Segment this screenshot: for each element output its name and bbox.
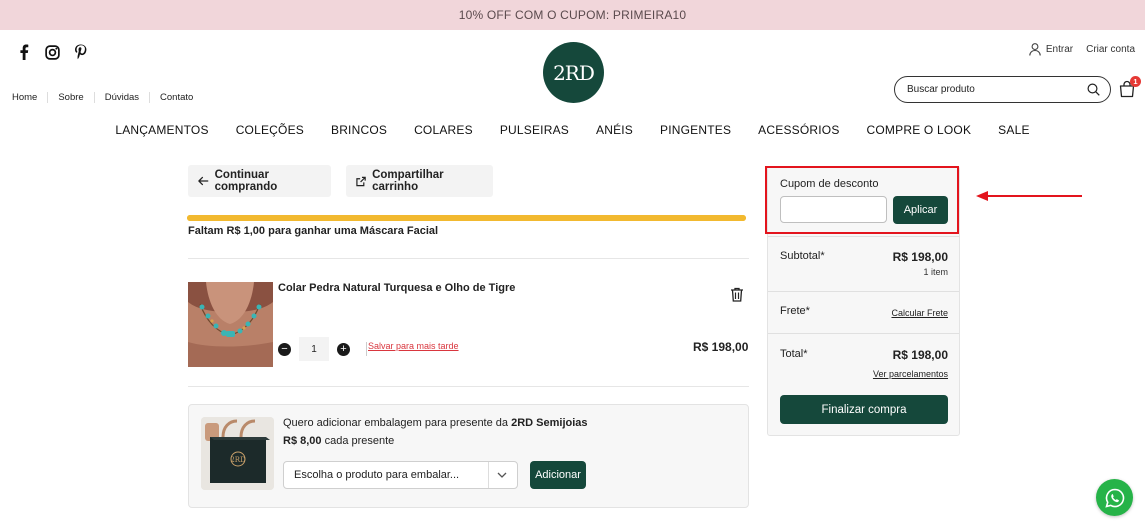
topnav-sobre[interactable]: Sobre [47,92,93,103]
nav-acessorios[interactable]: ACESSÓRIOS [758,123,839,137]
promo-bar: 10% OFF COM O CUPOM: PRIMEIRA10 [0,0,1145,30]
user-icon [1029,43,1041,56]
promo-text: 10% OFF COM O CUPOM: PRIMEIRA10 [458,8,687,22]
divider [188,258,749,259]
top-nav: Home Sobre Dúvidas Contato [12,92,203,103]
apply-coupon-button[interactable]: Aplicar [893,196,948,224]
save-for-later-link[interactable]: Salvar para mais tarde [368,341,459,351]
gift-wrap-brand: 2RD Semijoias [511,417,588,429]
brand-logo[interactable]: 2RD [543,42,604,103]
progress-fill [187,215,746,221]
continue-shopping-label: Continuar comprando [214,169,278,193]
chevron-down-icon [488,462,507,488]
account-links: Entrar Criar conta [1029,43,1135,56]
increase-quantity-button[interactable]: + [337,342,350,356]
nav-aneis[interactable]: ANÉIS [596,123,633,137]
external-link-icon [356,176,366,186]
divider [768,236,959,237]
gift-wrap-box: 2RD Quero adicionar embalagem para prese… [188,404,749,508]
gift-wrap-price-suffix: cada presente [321,435,395,447]
nav-pingentes[interactable]: PINGENTES [660,123,731,137]
decrease-quantity-button[interactable]: − [278,342,291,356]
gift-wrap-text-prefix: Quero adicionar embalagem para presente … [283,417,512,429]
topnav-duvidas[interactable]: Dúvidas [93,92,149,103]
divider [768,291,959,292]
total-value: R$ 198,00 [892,348,948,362]
shipping-progress-bar [187,215,746,221]
gift-wrap-price-value: R$ 8,00 [283,435,322,447]
share-cart-button[interactable]: Compartilhar carrinho [346,165,493,197]
instagram-icon[interactable] [44,44,60,60]
nav-brincos[interactable]: BRINCOS [331,123,387,137]
gift-select-value: Escolha o produto para embalar... [294,469,460,481]
facebook-icon[interactable] [16,44,32,60]
subtotal-value: R$ 198,00 [892,250,948,264]
item-price: R$ 198,00 [693,340,749,354]
divider [366,342,367,356]
whatsapp-button[interactable] [1096,479,1133,516]
signup-link[interactable]: Criar conta [1086,44,1135,55]
coupon-label: Cupom de desconto [780,178,879,190]
nav-pulseiras[interactable]: PULSEIRAS [500,123,569,137]
search-input[interactable]: Buscar produto [894,76,1111,103]
gift-wrap-text: Quero adicionar embalagem para presente … [283,417,588,429]
login-label: Entrar [1045,44,1074,55]
nav-colecoes[interactable]: COLEÇÕES [236,123,304,137]
main-nav: LANÇAMENTOS COLEÇÕES BRINCOS COLARES PUL… [0,123,1145,137]
subtotal-label: Subtotal* [780,250,825,262]
gift-bag-image: 2RD [201,417,274,490]
product-name[interactable]: Colar Pedra Natural Turquesa e Olho de T… [278,282,515,294]
nav-sale[interactable]: SALE [998,123,1030,137]
pinterest-icon[interactable] [72,44,88,60]
divider [768,333,959,334]
social-links [16,44,88,60]
search-placeholder: Buscar produto [907,84,975,95]
topnav-contato[interactable]: Contato [149,92,203,103]
shipping-label: Frete* [780,305,810,317]
installments-link[interactable]: Ver parcelamentos [873,369,948,379]
gift-product-select[interactable]: Escolha o produto para embalar... [283,461,518,489]
annotation-arrow-icon [976,191,1082,201]
whatsapp-icon [1104,488,1124,508]
items-count: 1 item [923,267,948,277]
nav-compre-o-look[interactable]: COMPRE O LOOK [867,123,972,137]
topnav-home[interactable]: Home [12,92,47,103]
continue-shopping-button[interactable]: Continuar comprando [188,165,331,197]
logo-text: 2RD [553,60,595,85]
checkout-button[interactable]: Finalizar compra [780,395,948,424]
product-image[interactable] [188,282,273,367]
quantity-value[interactable]: 1 [299,337,329,361]
share-cart-label: Compartilhar carrinho [372,169,444,193]
nav-lancamentos[interactable]: LANÇAMENTOS [115,123,208,137]
search-icon[interactable] [1087,83,1100,96]
add-gift-wrap-button[interactable]: Adicionar [530,461,586,489]
total-label: Total* [780,348,808,360]
login-link[interactable]: Entrar [1029,43,1073,56]
coupon-input[interactable] [780,196,887,223]
cart-count-badge: 1 [1130,76,1141,87]
arrow-left-icon [198,176,209,186]
trash-icon[interactable] [730,287,744,302]
gift-wrap-price: R$ 8,00 cada presente [283,435,394,447]
divider [188,386,749,387]
cart-button[interactable]: 1 [1118,76,1141,98]
svg-text:2RD: 2RD [230,456,246,464]
calculate-shipping-link[interactable]: Calcular Frete [891,308,948,318]
quantity-stepper: − 1 + [278,337,367,361]
progress-message: Faltam R$ 1,00 para ganhar uma Máscara F… [188,225,439,237]
nav-colares[interactable]: COLARES [414,123,473,137]
